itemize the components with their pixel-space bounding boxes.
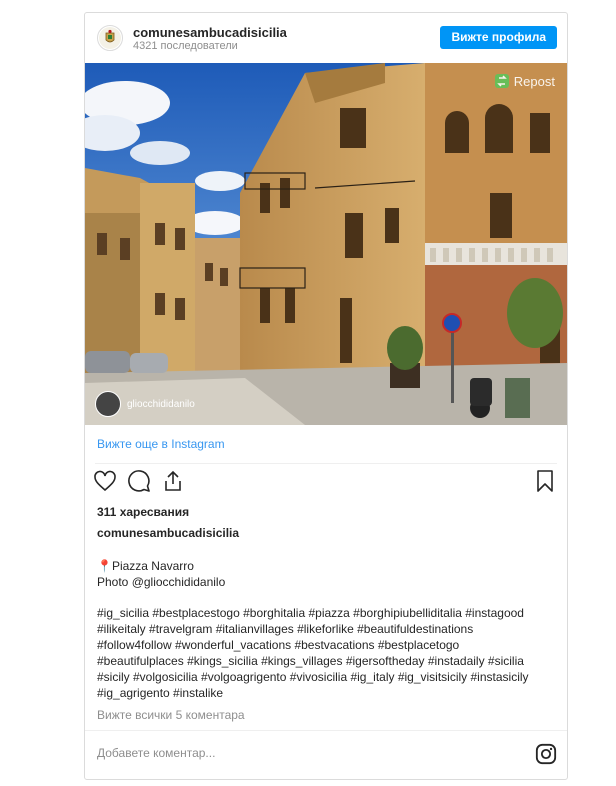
credit-handle: gliocchididanilo [127,398,195,410]
repost-label: Repost [513,73,555,89]
street-scene-image [85,63,567,425]
view-profile-button[interactable]: Вижте профила [440,26,557,49]
hashtag-line[interactable]: #follow4follow #wonderful_vacations #bes… [97,637,559,653]
credit-avatar [95,391,121,417]
comment-bar [85,730,567,779]
hashtag-line[interactable]: #beautifulplaces #kings_sicilia #kings_v… [97,653,559,669]
profile-username[interactable]: comunesambucadisicilia [133,25,287,40]
post-photo[interactable]: Repost gliocchididanilo [85,63,567,425]
caption-location: 📍Piazza Navarro [97,559,194,573]
repost-icon [494,74,509,88]
view-all-comments-link[interactable]: Вижте всички 5 коментара [97,708,245,722]
followers-count: 4321 последователи [133,40,238,52]
caption-text: 📍Piazza Navarro Photo @gliocchididanilo [97,558,557,590]
photo-credit: gliocchididanilo [95,391,195,417]
caption-hashtags: #ig_sicilia #bestplacestogo #borghitalia… [97,605,559,701]
comment-input[interactable] [95,745,519,761]
comment-icon[interactable] [127,469,151,493]
share-icon[interactable] [161,469,185,493]
hashtag-line[interactable]: #ilikeitaly #travelgram #italianvillages… [97,621,559,637]
profile-avatar[interactable] [97,25,123,51]
hashtag-line[interactable]: #ig_sicilia #bestplacestogo #borghitalia… [97,605,559,621]
divider [95,463,557,464]
view-more-instagram-link[interactable]: Вижте още в Instagram [97,437,225,451]
action-bar [93,469,185,493]
crest-icon [99,27,121,49]
bookmark-icon[interactable] [533,469,557,493]
instagram-icon[interactable] [535,743,557,765]
caption-username[interactable]: comunesambucadisicilia [97,526,239,540]
repost-badge: Repost [494,73,555,89]
hashtag-line[interactable]: #ig_agrigento #instalike [97,685,559,701]
heart-icon[interactable] [93,469,117,493]
likes-count[interactable]: 311 харесвания [97,505,189,519]
caption-photo-credit: Photo @gliocchididanilo [97,575,226,589]
post-header: comunesambucadisicilia 4321 последовател… [85,13,567,63]
hashtag-line[interactable]: #sicily #volgosicilia #volgoagrigento #v… [97,669,559,685]
instagram-embed-card: comunesambucadisicilia 4321 последовател… [84,12,568,780]
